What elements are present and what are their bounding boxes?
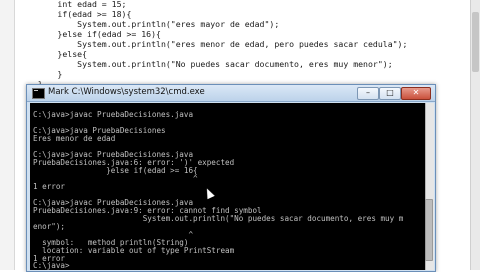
code-line: }: [18, 69, 63, 79]
console-line: System.out.println("No puedes sacar docu…: [33, 214, 404, 223]
console-line: Eres menor de edad: [33, 134, 116, 143]
close-button[interactable]: ✕: [401, 87, 431, 100]
code-line: int edad = 15;: [18, 0, 127, 9]
code-line: System.out.println("eres mayor de edad")…: [18, 19, 280, 29]
minimize-button[interactable]: –: [357, 87, 379, 100]
cmd-scrollbar[interactable]: [425, 103, 434, 270]
console-line: C:\java>: [33, 261, 70, 270]
code-line: }else if(edad >= 16){: [18, 29, 161, 39]
cmd-titlebar[interactable]: Mark C:\Windows\system32\cmd.exe – □ ✕: [27, 85, 435, 102]
editor-gutter: [0, 0, 15, 270]
maximize-button[interactable]: □: [379, 87, 401, 100]
editor-scrollbar[interactable]: [470, 0, 480, 270]
code-line: if(edad >= 18){: [18, 9, 132, 19]
cmd-window[interactable]: Mark C:\Windows\system32\cmd.exe – □ ✕ C…: [26, 84, 436, 272]
code-line: System.out.println("No puedes sacar docu…: [18, 59, 393, 69]
cmd-scrollbar-thumb[interactable]: [425, 199, 433, 261]
console-output[interactable]: C:\java>javac PruebaDecisiones.java C:\j…: [30, 103, 425, 270]
code-line: System.out.println("eres menor de edad, …: [18, 39, 408, 49]
console-icon: [32, 88, 45, 99]
console-line: C:\java>javac PruebaDecisiones.java: [33, 110, 194, 119]
editor-scrollbar-thumb[interactable]: [472, 12, 479, 72]
code-line: }else{: [18, 49, 88, 59]
console-line: 1 error: [33, 182, 66, 191]
cmd-title: Mark C:\Windows\system32\cmd.exe: [48, 87, 205, 97]
